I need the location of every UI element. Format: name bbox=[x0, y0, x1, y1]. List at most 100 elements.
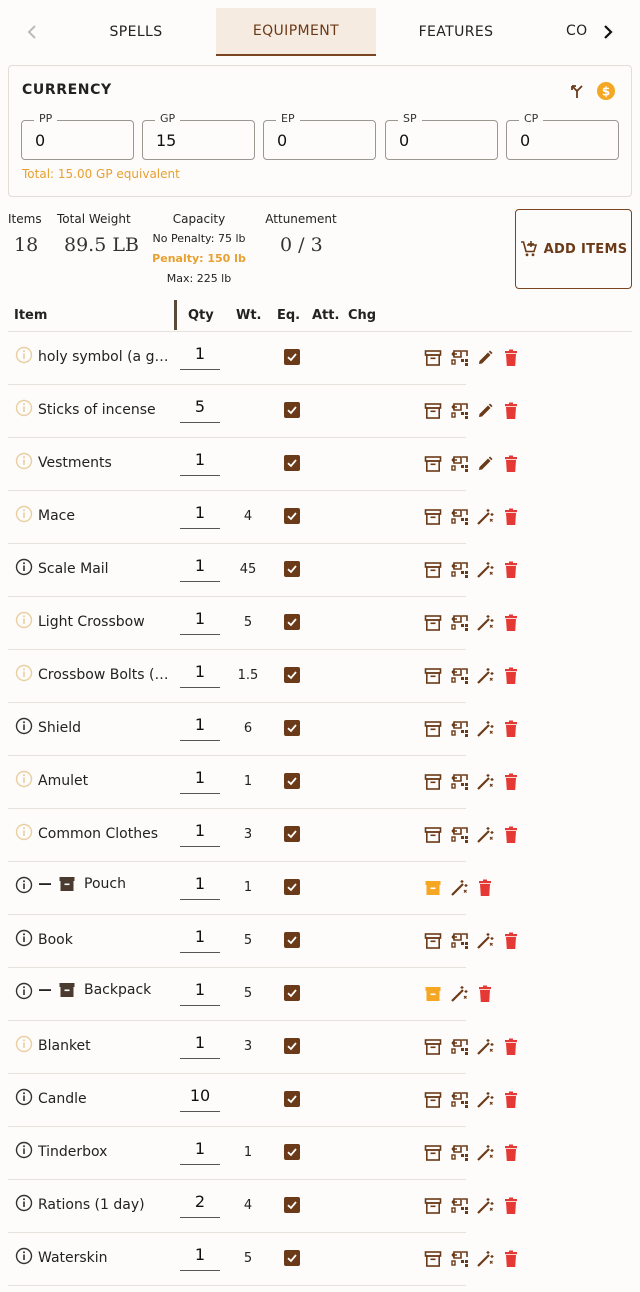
pp-field[interactable]: PP 0 bbox=[21, 112, 134, 160]
info-icon[interactable] bbox=[15, 558, 33, 576]
equipped-checkbox[interactable] bbox=[284, 349, 300, 365]
quantity-input[interactable]: 1 bbox=[180, 871, 220, 900]
equipped-checkbox[interactable] bbox=[284, 1038, 300, 1054]
info-icon[interactable] bbox=[15, 346, 33, 364]
move-item-button[interactable] bbox=[448, 1194, 470, 1218]
container-toggle-button[interactable] bbox=[422, 876, 444, 900]
magic-item-button[interactable] bbox=[474, 505, 496, 529]
table-row[interactable]: Pouch 1 1 bbox=[8, 862, 491, 915]
delete-item-button[interactable] bbox=[500, 770, 522, 794]
quantity-input[interactable]: 1 bbox=[180, 553, 220, 582]
info-icon[interactable] bbox=[15, 1247, 33, 1265]
container-name[interactable]: Pouch bbox=[38, 875, 198, 893]
table-row[interactable]: Light Crossbow 1 5 bbox=[8, 597, 517, 650]
item-name[interactable]: Book bbox=[38, 932, 172, 948]
equipped-checkbox[interactable] bbox=[284, 614, 300, 630]
store-in-container-button[interactable] bbox=[422, 1035, 444, 1059]
delete-item-button[interactable] bbox=[500, 1141, 522, 1165]
info-icon[interactable] bbox=[15, 770, 33, 788]
magic-item-button[interactable] bbox=[448, 876, 470, 900]
add-items-button[interactable]: ADD ITEMS bbox=[515, 209, 632, 289]
magic-item-button[interactable] bbox=[448, 982, 470, 1006]
equipped-checkbox[interactable] bbox=[284, 773, 300, 789]
delete-item-button[interactable] bbox=[500, 611, 522, 635]
magic-item-button[interactable] bbox=[474, 717, 496, 741]
delete-item-button[interactable] bbox=[500, 452, 522, 476]
info-icon[interactable] bbox=[15, 823, 33, 841]
info-icon[interactable] bbox=[15, 1141, 33, 1159]
item-name[interactable]: Common Clothes bbox=[38, 826, 172, 842]
tab-co[interactable]: CO bbox=[560, 8, 596, 56]
col-qty[interactable]: Qty bbox=[188, 308, 214, 323]
info-icon[interactable] bbox=[15, 399, 33, 417]
equipped-checkbox[interactable] bbox=[284, 1144, 300, 1160]
item-name[interactable]: Tinderbox bbox=[38, 1144, 172, 1160]
move-item-button[interactable] bbox=[448, 1141, 470, 1165]
delete-item-button[interactable] bbox=[500, 558, 522, 582]
delete-item-button[interactable] bbox=[500, 929, 522, 953]
magic-item-button[interactable] bbox=[474, 823, 496, 847]
tab-features[interactable]: FEATURES bbox=[376, 8, 536, 56]
store-in-container-button[interactable] bbox=[422, 1141, 444, 1165]
ep-field[interactable]: EP 0 bbox=[263, 112, 376, 160]
item-name[interactable]: Waterskin bbox=[38, 1250, 172, 1266]
info-icon[interactable] bbox=[15, 717, 33, 735]
item-name[interactable]: Blanket bbox=[38, 1038, 172, 1054]
table-row[interactable]: Scale Mail 1 45 bbox=[8, 544, 517, 597]
move-item-button[interactable] bbox=[448, 1088, 470, 1112]
equipped-checkbox[interactable] bbox=[284, 667, 300, 683]
equipped-checkbox[interactable] bbox=[284, 508, 300, 524]
delete-item-button[interactable] bbox=[500, 717, 522, 741]
equipped-checkbox[interactable] bbox=[284, 1091, 300, 1107]
equipped-checkbox[interactable] bbox=[284, 455, 300, 471]
magic-item-button[interactable] bbox=[474, 558, 496, 582]
info-icon[interactable] bbox=[15, 1088, 33, 1106]
table-row[interactable]: Rations (1 day) 2 4 bbox=[8, 1180, 517, 1233]
move-item-button[interactable] bbox=[448, 770, 470, 794]
delete-item-button[interactable] bbox=[500, 1247, 522, 1271]
quantity-input[interactable]: 1 bbox=[180, 447, 220, 476]
tab-equipment[interactable]: EQUIPMENT bbox=[216, 8, 376, 56]
store-in-container-button[interactable] bbox=[422, 717, 444, 741]
move-item-button[interactable] bbox=[448, 399, 470, 423]
move-item-button[interactable] bbox=[448, 558, 470, 582]
magic-item-button[interactable] bbox=[474, 611, 496, 635]
quantity-input[interactable]: 1 bbox=[180, 977, 220, 1006]
info-icon[interactable] bbox=[15, 1194, 33, 1212]
table-row[interactable]: Crossbow Bolts (20) 1 1.5 bbox=[8, 650, 517, 703]
store-in-container-button[interactable] bbox=[422, 1088, 444, 1112]
container-toggle-button[interactable] bbox=[422, 982, 444, 1006]
column-resize-handle[interactable] bbox=[174, 300, 177, 330]
item-name[interactable]: Sticks of incense bbox=[38, 402, 172, 418]
table-row[interactable]: Mace 1 4 bbox=[8, 491, 517, 544]
table-row[interactable]: Candle 10 bbox=[8, 1074, 517, 1127]
move-item-button[interactable] bbox=[448, 717, 470, 741]
magic-item-button[interactable] bbox=[474, 1035, 496, 1059]
delete-item-button[interactable] bbox=[500, 505, 522, 529]
table-row[interactable]: holy symbol (a gift to you when you ente… bbox=[8, 332, 517, 385]
quantity-input[interactable]: 1 bbox=[180, 765, 220, 794]
store-in-container-button[interactable] bbox=[422, 558, 444, 582]
store-in-container-button[interactable] bbox=[422, 770, 444, 794]
table-row[interactable]: Backpack 1 5 bbox=[8, 968, 491, 1021]
store-in-container-button[interactable] bbox=[422, 346, 444, 370]
magic-item-button[interactable] bbox=[474, 770, 496, 794]
delete-item-button[interactable] bbox=[474, 982, 496, 1006]
equipped-checkbox[interactable] bbox=[284, 561, 300, 577]
collapse-icon[interactable] bbox=[38, 983, 52, 997]
info-icon[interactable] bbox=[15, 1035, 33, 1053]
quantity-input[interactable]: 1 bbox=[180, 606, 220, 635]
delete-item-button[interactable] bbox=[500, 1035, 522, 1059]
magic-item-button[interactable] bbox=[474, 929, 496, 953]
item-name[interactable]: Light Crossbow bbox=[38, 614, 172, 630]
container-name[interactable]: Backpack bbox=[38, 981, 198, 999]
item-name[interactable]: holy symbol (a gift to you when you ente… bbox=[38, 349, 172, 365]
info-icon[interactable] bbox=[15, 611, 33, 629]
delete-item-button[interactable] bbox=[500, 664, 522, 688]
item-name[interactable]: Scale Mail bbox=[38, 561, 172, 577]
move-item-button[interactable] bbox=[448, 1247, 470, 1271]
item-name[interactable]: Amulet bbox=[38, 773, 172, 789]
equipped-checkbox[interactable] bbox=[284, 1197, 300, 1213]
magic-item-button[interactable] bbox=[474, 664, 496, 688]
quantity-input[interactable]: 1 bbox=[180, 818, 220, 847]
